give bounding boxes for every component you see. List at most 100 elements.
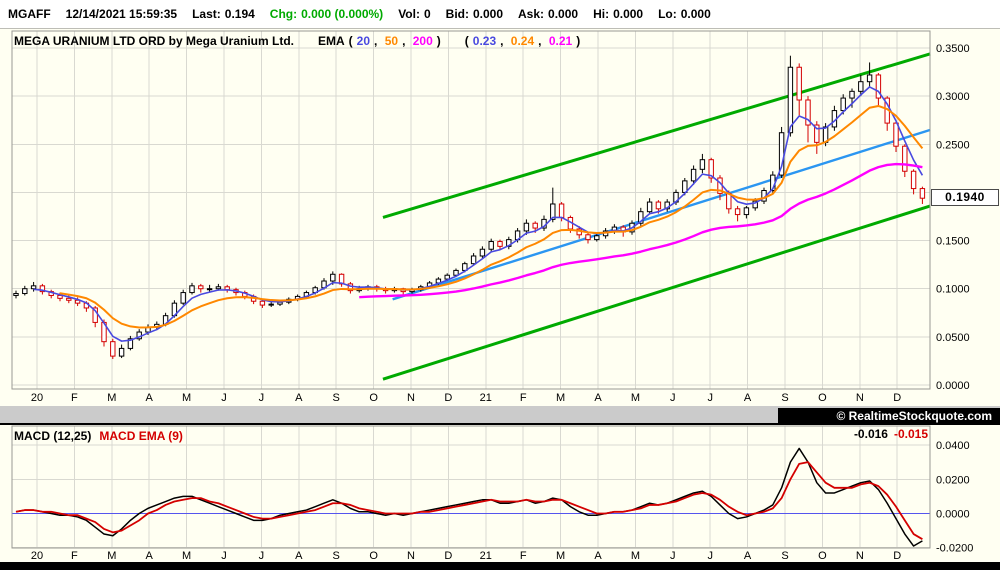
ema-period-50: 50 <box>384 34 399 48</box>
ask-value: 0.000 <box>548 7 579 21</box>
svg-text:M: M <box>182 392 191 404</box>
svg-text:J: J <box>259 550 265 562</box>
svg-text:F: F <box>71 392 78 404</box>
svg-text:A: A <box>594 392 602 404</box>
macd-chart-canvas[interactable]: 20 F M A M J J A S O N D 21 F M A M J J A S O N D 0.0400 0.0200 0.… <box>0 425 1000 562</box>
grid: 20 F M A M J J A S O N D 21 F M A M J J A S O N D 0.0400 0.0200 0.… <box>12 426 973 562</box>
hi-field: Hi: 0.000 <box>593 7 643 21</box>
svg-text:J: J <box>259 392 265 404</box>
svg-text:S: S <box>781 392 788 404</box>
svg-text:0.0200: 0.0200 <box>936 474 970 486</box>
svg-text:J: J <box>707 550 713 562</box>
lo-field: Lo: 0.000 <box>658 7 711 21</box>
svg-text:D: D <box>893 550 901 562</box>
macd-label: MACD (12,25) <box>14 429 92 443</box>
chart-title-row: MEGA URANIUM LTD ORD by Mega Uranium Ltd… <box>14 34 580 48</box>
svg-text:A: A <box>295 550 303 562</box>
ask-field: Ask: 0.000 <box>518 7 578 21</box>
svg-text:0.1000: 0.1000 <box>936 284 970 296</box>
macd-ema-label: MACD EMA (9) <box>99 429 183 443</box>
ema-period-200: 200 <box>412 34 433 48</box>
ema-value-50: 0.24 <box>510 34 535 48</box>
svg-text:S: S <box>781 550 788 562</box>
svg-text:D: D <box>444 550 452 562</box>
svg-text:20: 20 <box>31 392 43 404</box>
svg-text:A: A <box>295 392 303 404</box>
svg-text:0.1500: 0.1500 <box>936 236 970 248</box>
ema-period-20: 20 <box>356 34 371 48</box>
vol-field: Vol: 0 <box>398 7 430 21</box>
svg-text:0.2500: 0.2500 <box>936 139 970 151</box>
svg-text:A: A <box>744 392 752 404</box>
svg-text:S: S <box>333 392 340 404</box>
trend-lines <box>382 52 931 381</box>
svg-text:20: 20 <box>31 550 43 562</box>
price-chart-panel: 20 F M A M J J A S O N D 21 F M A M J J A S O N D 0.3500 0.3000 0.… <box>0 28 1000 406</box>
svg-text:21: 21 <box>480 550 492 562</box>
bottom-bar <box>0 562 1000 570</box>
svg-text:0.0400: 0.0400 <box>936 440 970 452</box>
watermark: © RealtimeStockquote.com <box>778 408 1000 423</box>
instrument-title: MEGA URANIUM LTD ORD by Mega Uranium Ltd… <box>14 34 294 48</box>
svg-text:0.0000: 0.0000 <box>936 380 970 392</box>
svg-text:0.3000: 0.3000 <box>936 91 970 103</box>
macd-title-row: MACD (12,25) MACD EMA (9) <box>14 429 183 443</box>
svg-text:O: O <box>818 392 827 404</box>
vol-label: Vol: <box>398 7 420 21</box>
svg-text:21: 21 <box>480 392 492 404</box>
svg-text:M: M <box>556 550 565 562</box>
ask-label: Ask: <box>518 7 545 21</box>
lo-value: 0.000 <box>680 7 711 21</box>
ema-value-200: 0.21 <box>548 34 573 48</box>
svg-text:F: F <box>520 392 527 404</box>
last-price-tag: 0.1940 <box>931 189 999 206</box>
channel-lower-line <box>382 204 931 381</box>
svg-text:M: M <box>182 550 191 562</box>
symbol: MGAFF <box>8 7 51 21</box>
svg-text:O: O <box>818 550 827 562</box>
ema-50-line <box>59 104 924 329</box>
svg-text:A: A <box>744 550 752 562</box>
price-chart-canvas[interactable]: 20 F M A M J J A S O N D 21 F M A M J J A S O N D 0.3500 0.3000 0.… <box>0 29 1000 406</box>
candlestick-series <box>13 55 926 360</box>
svg-text:J: J <box>670 550 676 562</box>
svg-text:M: M <box>631 392 640 404</box>
svg-text:D: D <box>444 392 452 404</box>
stock-chart-app: MGAFF 12/14/2021 15:59:35 Last: 0.194 Ch… <box>0 0 1000 570</box>
macd-panel: 20 F M A M J J A S O N D 21 F M A M J J A S O N D 0.0400 0.0200 0.… <box>0 425 1000 562</box>
paren: ( <box>464 34 469 48</box>
svg-text:S: S <box>333 550 340 562</box>
svg-text:J: J <box>221 550 227 562</box>
svg-text:M: M <box>556 392 565 404</box>
svg-text:O: O <box>369 550 378 562</box>
ema-200-line <box>359 162 923 299</box>
hi-value: 0.000 <box>613 7 644 21</box>
chg-value: 0.000 (0.000%) <box>301 7 384 21</box>
svg-text:F: F <box>71 550 78 562</box>
svg-text:A: A <box>146 392 154 404</box>
svg-text:0.0000: 0.0000 <box>936 509 970 521</box>
comma: , <box>402 34 409 48</box>
bid-field: Bid: 0.000 <box>446 7 503 21</box>
quote-header: MGAFF 12/14/2021 15:59:35 Last: 0.194 Ch… <box>0 0 1000 28</box>
chg-field: Chg: 0.000 (0.000%) <box>270 7 383 21</box>
svg-text:N: N <box>856 550 864 562</box>
svg-text:N: N <box>856 392 864 404</box>
timestamp: 12/14/2021 15:59:35 <box>65 7 178 21</box>
svg-text:J: J <box>221 392 227 404</box>
svg-text:D: D <box>893 392 901 404</box>
svg-text:M: M <box>107 550 116 562</box>
bid-label: Bid: <box>445 7 469 21</box>
chg-label: Chg: <box>269 7 298 21</box>
svg-text:-0.0200: -0.0200 <box>936 543 973 555</box>
ema-value-20: 0.23 <box>472 34 497 48</box>
svg-text:A: A <box>594 550 602 562</box>
macd-signal-value: -0.015 <box>893 427 928 441</box>
grid: 20 F M A M J J A S O N D 21 F M A M J J A S O N D 0.3500 0.3000 0.… <box>12 31 970 404</box>
svg-text:J: J <box>707 392 713 404</box>
svg-text:M: M <box>107 392 116 404</box>
hi-label: Hi: <box>593 7 610 21</box>
comma: , <box>500 34 507 48</box>
